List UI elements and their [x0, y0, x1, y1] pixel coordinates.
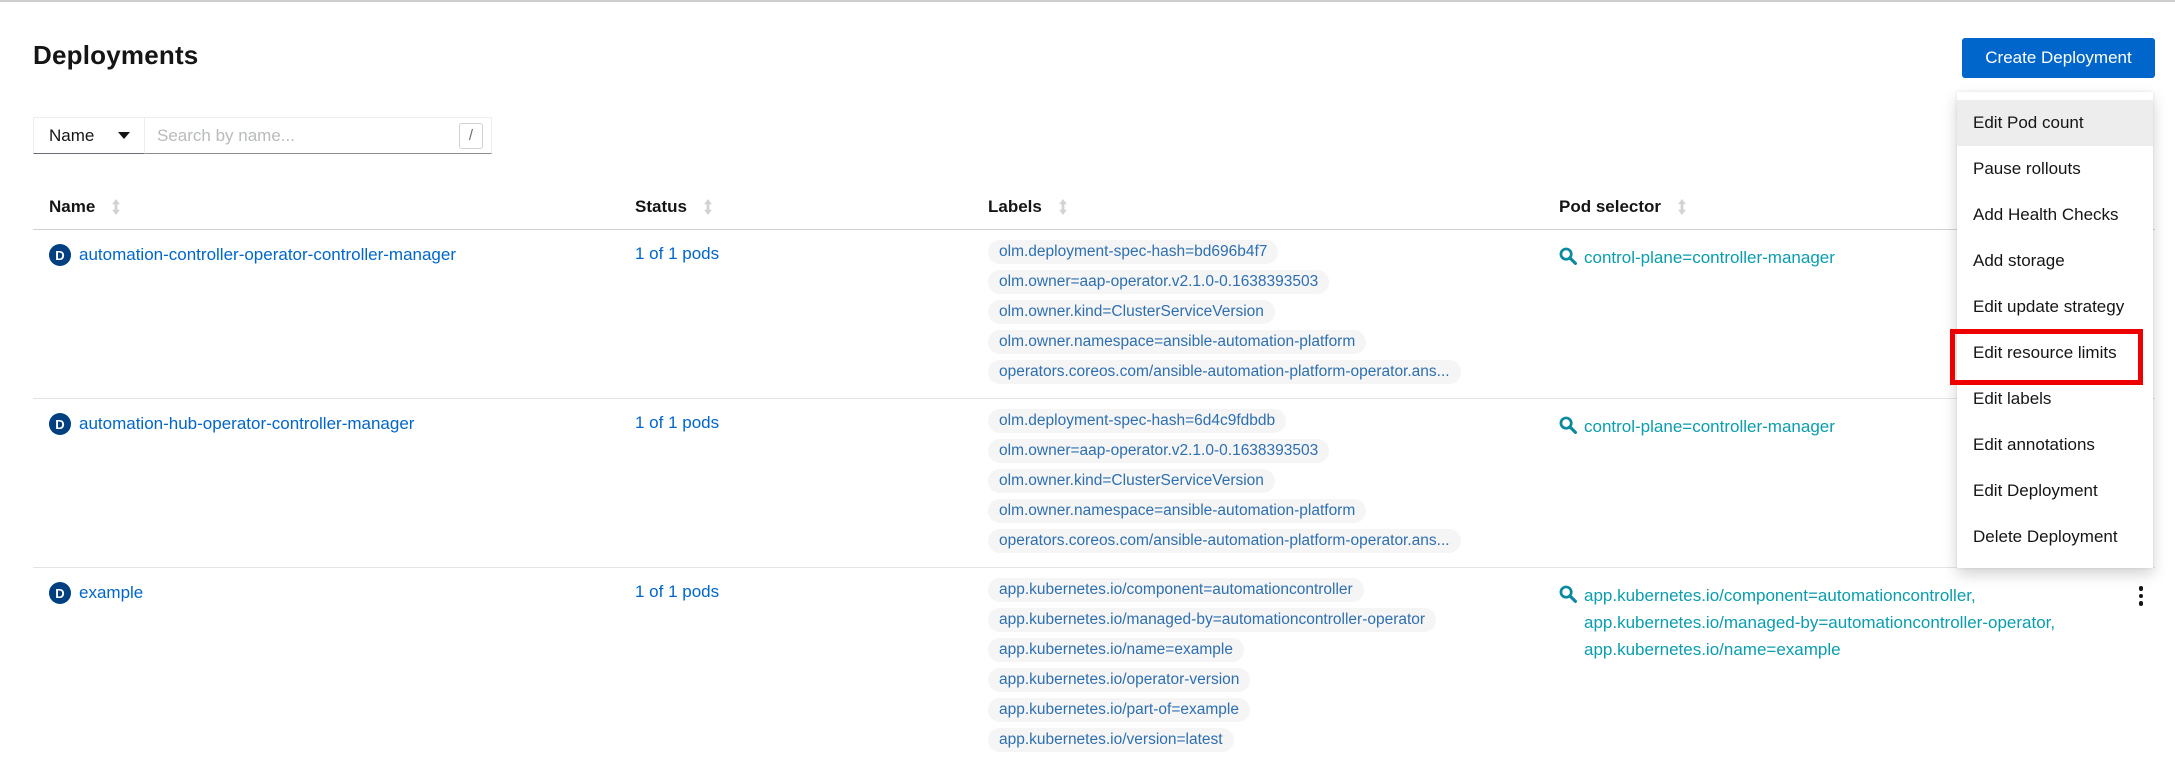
menu-item-edit-resource-limits[interactable]: Edit resource limits [1957, 330, 2153, 376]
status-pods-link[interactable]: 1 of 1 pods [635, 413, 719, 432]
filter-toolbar: Name / [33, 117, 492, 154]
search-input[interactable] [157, 126, 459, 146]
table-row: D example 1 of 1 pods app.kubernetes.io/… [33, 568, 2155, 765]
top-divider [0, 0, 2175, 2]
page-title: Deployments [33, 40, 198, 71]
table-header-row: Name Status Labels Pod selector [33, 185, 2155, 230]
label-pill[interactable]: app.kubernetes.io/component=automationco… [988, 578, 1364, 602]
menu-item-edit-pod-count[interactable]: Edit Pod count [1957, 100, 2153, 146]
column-header-name[interactable]: Name [33, 185, 619, 229]
deployment-name-link[interactable]: automation-controller-operator-controlle… [79, 244, 456, 265]
label-pill[interactable]: olm.owner.namespace=ansible-automation-p… [988, 499, 1366, 523]
create-deployment-button[interactable]: Create Deployment [1962, 38, 2155, 78]
deployment-badge: D [49, 413, 71, 435]
menu-item-edit-labels[interactable]: Edit labels [1957, 376, 2153, 422]
deployments-table: Name Status Labels Pod selector D automa… [33, 185, 2155, 765]
label-pill[interactable]: app.kubernetes.io/name=example [988, 638, 1244, 662]
chevron-down-icon [118, 132, 130, 139]
menu-item-delete-deployment[interactable]: Delete Deployment [1957, 514, 2153, 560]
sort-icon [109, 199, 123, 215]
menu-item-edit-update-strategy[interactable]: Edit update strategy [1957, 284, 2153, 330]
menu-item-pause-rollouts[interactable]: Pause rollouts [1957, 146, 2153, 192]
label-pill[interactable]: olm.owner.kind=ClusterServiceVersion [988, 300, 1275, 324]
label-pill[interactable]: olm.deployment-spec-hash=6d4c9fdbdb [988, 409, 1286, 433]
label-pill[interactable]: olm.owner=aap-operator.v2.1.0-0.16383935… [988, 270, 1329, 294]
label-pill[interactable]: olm.owner.namespace=ansible-automation-p… [988, 330, 1366, 354]
menu-item-edit-deployment[interactable]: Edit Deployment [1957, 468, 2153, 514]
menu-item-edit-annotations[interactable]: Edit annotations [1957, 422, 2153, 468]
search-shortcut-hint: / [459, 123, 483, 149]
label-pill[interactable]: olm.deployment-spec-hash=bd696b4f7 [988, 240, 1278, 264]
table-row: D automation-hub-operator-controller-man… [33, 399, 2155, 568]
kebab-menu-icon[interactable] [2132, 582, 2150, 606]
deployment-badge: D [49, 582, 71, 604]
filter-type-dropdown[interactable]: Name [33, 117, 145, 154]
label-pill[interactable]: app.kubernetes.io/operator-version [988, 668, 1250, 692]
label-pill[interactable]: app.kubernetes.io/version=latest [988, 728, 1234, 752]
search-icon [1559, 585, 1577, 608]
label-pill[interactable]: operators.coreos.com/ansible-automation-… [988, 529, 1461, 553]
label-pill[interactable]: operators.coreos.com/ansible-automation-… [988, 360, 1461, 384]
pod-selector-link[interactable]: app.kubernetes.io/component=automationco… [1559, 582, 2098, 663]
table-row: D automation-controller-operator-control… [33, 230, 2155, 399]
label-pill[interactable]: app.kubernetes.io/managed-by=automationc… [988, 608, 1436, 632]
sort-icon [1056, 199, 1070, 215]
column-header-labels[interactable]: Labels [972, 185, 1543, 229]
menu-item-add-storage[interactable]: Add storage [1957, 238, 2153, 284]
status-pods-link[interactable]: 1 of 1 pods [635, 244, 719, 263]
sort-icon [1675, 199, 1689, 215]
search-icon [1559, 416, 1577, 439]
sort-icon [701, 199, 715, 215]
search-box: / [145, 117, 492, 154]
menu-item-add-health-checks[interactable]: Add Health Checks [1957, 192, 2153, 238]
label-pill[interactable]: olm.owner.kind=ClusterServiceVersion [988, 469, 1275, 493]
search-icon [1559, 247, 1577, 270]
label-pill[interactable]: app.kubernetes.io/part-of=example [988, 698, 1250, 722]
status-pods-link[interactable]: 1 of 1 pods [635, 582, 719, 601]
column-header-status[interactable]: Status [619, 185, 972, 229]
deployment-name-link[interactable]: automation-hub-operator-controller-manag… [79, 413, 414, 434]
deployment-badge: D [49, 244, 71, 266]
deployment-name-link[interactable]: example [79, 582, 143, 603]
actions-dropdown-menu: Edit Pod count Pause rollouts Add Health… [1957, 92, 2153, 568]
label-pill[interactable]: olm.owner=aap-operator.v2.1.0-0.16383935… [988, 439, 1329, 463]
filter-type-label: Name [49, 126, 94, 146]
